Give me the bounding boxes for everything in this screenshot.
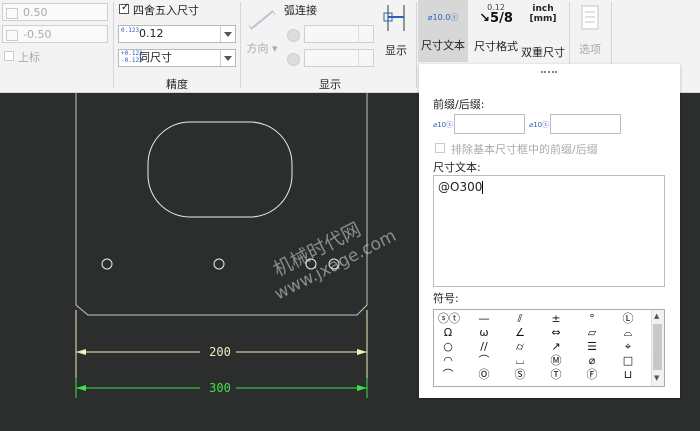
symbol-between[interactable]: ⇔	[546, 326, 566, 340]
dimension-text-area[interactable]: @O300	[433, 175, 665, 287]
suffix-icon: ⌀10ⓢ	[529, 121, 550, 129]
arrowhead	[76, 349, 86, 355]
symbol-symmetry[interactable]: ☰	[582, 340, 602, 354]
symbol-parallelism[interactable]: //	[474, 340, 494, 354]
chevron-down-icon[interactable]: ▼	[654, 374, 659, 382]
symbol-square[interactable]: □	[618, 354, 638, 368]
symbol-arc[interactable]: ⌒	[474, 354, 494, 368]
symbol-arc-length[interactable]: ⌒	[438, 368, 458, 382]
symbol-straightness[interactable]: —	[474, 312, 494, 326]
arrowhead	[76, 385, 86, 391]
symbol-profile-line[interactable]: ◠	[438, 354, 458, 368]
symbol-profile-surface[interactable]: ⌓	[618, 326, 638, 340]
hole	[213, 258, 225, 270]
exclude-prefix-label: 排除基本尺寸框中的前缀/后缀	[451, 143, 598, 156]
symbol-palette: ⓢⓣ — ⫽ ± ° Ⓛ Ω ω ∠ ⇔ ▱ ⌓ ○ // ⌭ ↗ ☰ ⌖ ◠ …	[433, 309, 665, 387]
symbol-angularity[interactable]: ∠	[510, 326, 530, 340]
dimension-text-label: 尺寸文本:	[433, 161, 481, 174]
symbol-diameter[interactable]: ⌀	[582, 354, 602, 368]
symbol-flatness[interactable]: ▱	[582, 326, 602, 340]
scrollbar-thumb[interactable]	[653, 324, 662, 370]
symbol-runout[interactable]: ↗	[546, 340, 566, 354]
symbol-scrollbar[interactable]: ▲ ▼	[651, 310, 664, 386]
hole	[101, 258, 113, 270]
symbol-total-runout[interactable]: ⫽	[510, 312, 530, 326]
symbol-rfs[interactable]: Ⓢ	[510, 368, 530, 382]
symbol-counterbore[interactable]: ⌴	[510, 354, 530, 368]
arrowhead	[357, 385, 367, 391]
symbol-ohm[interactable]: Ω	[438, 326, 458, 340]
symbol-degree[interactable]: °	[582, 312, 602, 326]
prefix-suffix-label: 前缀/后缀:	[433, 98, 485, 111]
symbol-omega[interactable]: ω	[474, 326, 494, 340]
symbol-mmc[interactable]: Ⓜ	[546, 354, 566, 368]
dimension-300-text[interactable]: 300	[205, 381, 235, 395]
prefix-input[interactable]	[454, 114, 525, 134]
symbols-label: 符号:	[433, 292, 459, 305]
exclude-prefix-checkbox[interactable]	[435, 143, 445, 153]
symbol-tangent-plane[interactable]: Ⓣ	[546, 368, 566, 382]
symbol-free-state[interactable]: Ⓕ	[582, 368, 602, 382]
symbol-statistical[interactable]: ⓢⓣ	[438, 312, 460, 326]
symbol-circularity[interactable]: ○	[438, 340, 458, 354]
dimension-200-text[interactable]: 200	[205, 345, 235, 359]
panel-grip-icon[interactable]	[541, 71, 557, 75]
dimension-text-panel: 前缀/后缀: ⌀10ⓢ ⌀10ⓢ 排除基本尺寸框中的前缀/后缀 尺寸文本: @O…	[419, 64, 680, 398]
symbol-datum-target[interactable]: ⊔	[618, 368, 638, 382]
text-cursor	[482, 181, 484, 194]
symbol-lmc[interactable]: Ⓛ	[618, 312, 638, 326]
symbol-plus-minus[interactable]: ±	[546, 312, 566, 326]
symbol-position[interactable]: ⌖	[618, 340, 638, 354]
chevron-up-icon[interactable]: ▲	[654, 312, 659, 320]
symbol-cylindricity[interactable]: ⌭	[510, 340, 530, 354]
symbol-dynamic-profile[interactable]: Ⓞ	[474, 368, 494, 382]
arrowhead	[357, 349, 367, 355]
dimension-text-value: @O300	[438, 180, 483, 194]
prefix-icon: ⌀10ⓢ	[433, 121, 454, 129]
suffix-input[interactable]	[550, 114, 621, 134]
oval-slot	[147, 121, 293, 218]
